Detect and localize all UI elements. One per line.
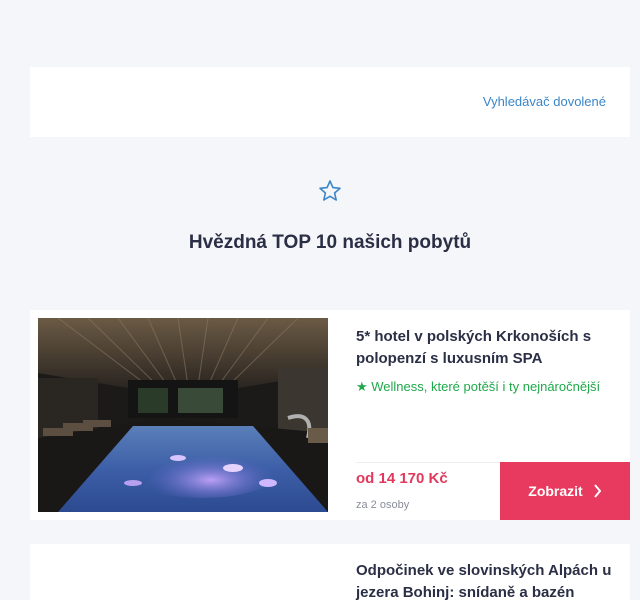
show-offer-button[interactable]: Zobrazit [500,462,630,520]
chevron-right-icon [593,484,602,498]
price-box: od 14 170 Kč za 2 osoby [356,470,448,511]
offer-title[interactable]: 5* hotel v polských Krkonoších s polopen… [356,326,624,370]
section-title: Hvězdná TOP 10 našich pobytů [188,232,472,253]
top-bar: Vyhledávač dovolené [30,67,630,137]
offer-card[interactable]: 5* hotel v polských Krkonoších s polopen… [30,310,630,520]
star-outline-icon [319,180,341,201]
offer-feature: ★ Wellness, které potěší i ty nejnáročně… [356,379,601,394]
offer-title[interactable]: Odpočinek ve slovinských Alpách u jezera… [356,560,624,600]
offer-card[interactable]: Odpočinek ve slovinských Alpách u jezera… [30,544,630,600]
offer-price: od 14 170 Kč [356,470,448,487]
holiday-search-link[interactable]: Vyhledávač dovolené [483,94,606,109]
hotel-pool-image[interactable] [38,318,328,512]
show-offer-label: Zobrazit [528,483,583,499]
divider [356,462,500,463]
offer-persons: za 2 osoby [356,499,410,511]
